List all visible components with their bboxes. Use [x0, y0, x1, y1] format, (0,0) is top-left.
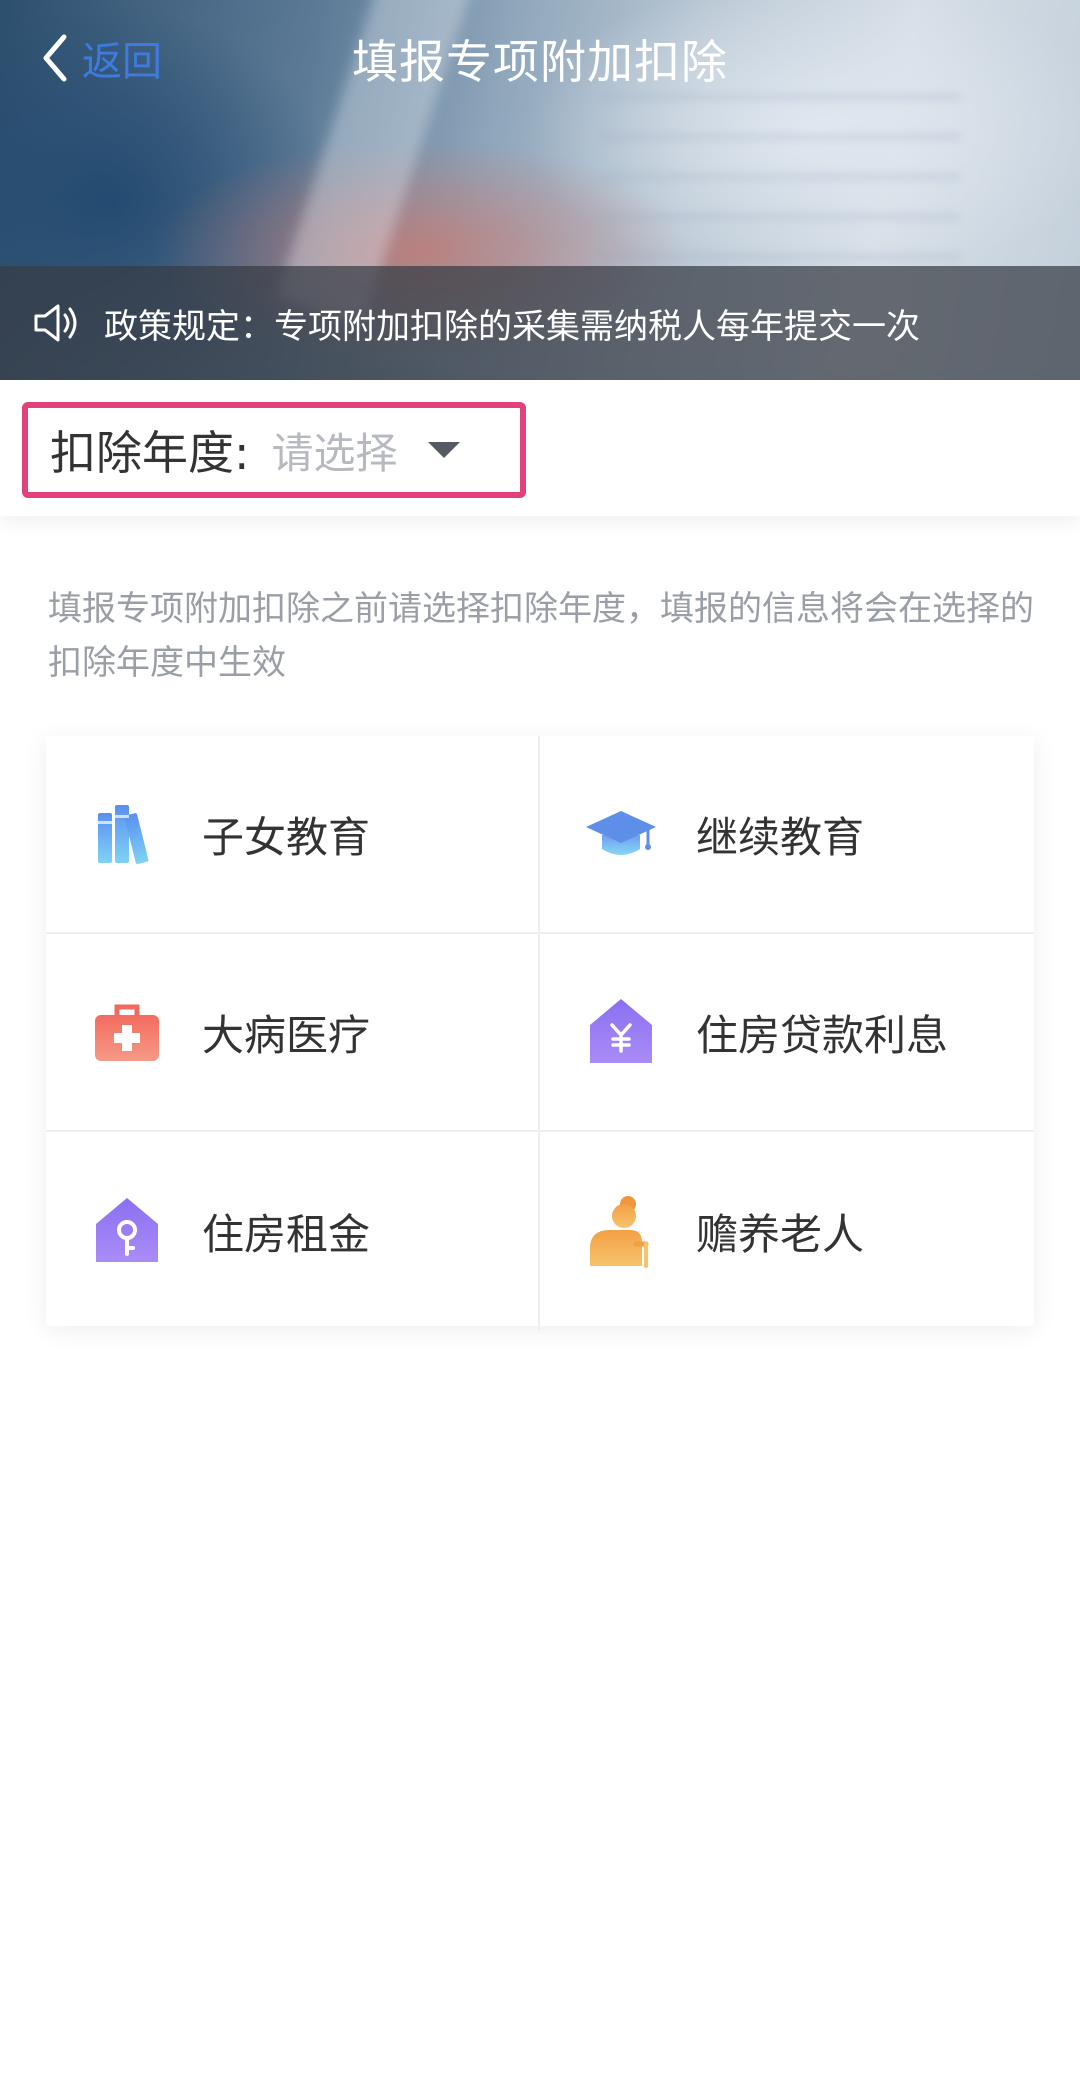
books-icon: [98, 805, 149, 865]
deduction-year-label: 扣除年度:: [50, 426, 250, 480]
house-yuan-icon: [590, 999, 652, 1063]
category-continuing-education[interactable]: 继续教育: [540, 736, 1034, 934]
category-elderly-support[interactable]: 赡养老人: [540, 1132, 1034, 1330]
graduation-cap-icon: [586, 811, 656, 855]
instruction-text: 填报专项附加扣除之前请选择扣除年度，填报的信息将会在选择的扣除年度中生效: [48, 589, 1034, 683]
category-label: 子女教育: [202, 812, 371, 862]
category-housing-loan-interest[interactable]: 住房贷款利息: [540, 934, 1034, 1132]
category-housing-rent[interactable]: 住房租金: [46, 1132, 540, 1330]
header-banner: 返回 填报专项附加扣除 政策规定：专项附加扣除的采集需纳税人每年提交一次: [0, 0, 1080, 380]
category-child-education[interactable]: 子女教育: [46, 736, 540, 934]
deduction-year-placeholder: 请选择: [271, 428, 398, 478]
house-key-icon: [96, 1198, 158, 1262]
policy-notice-text: 政策规定：专项附加扣除的采集需纳税人每年提交一次: [104, 306, 920, 347]
category-label: 赡养老人: [696, 1209, 865, 1259]
category-label: 大病医疗: [202, 1010, 371, 1060]
elderly-person-icon: [590, 1196, 649, 1268]
deduction-year-select[interactable]: 扣除年度: 请选择: [22, 402, 526, 498]
category-label: 住房租金: [202, 1209, 371, 1259]
page-title: 填报专项附加扣除: [352, 35, 728, 89]
category-label: 住房贷款利息: [696, 1010, 949, 1060]
medical-kit-icon: [95, 1004, 159, 1061]
caret-down-icon: [427, 442, 460, 458]
category-label: 继续教育: [696, 812, 865, 862]
category-serious-illness-medical[interactable]: 大病医疗: [46, 934, 540, 1132]
speaker-icon: [34, 304, 77, 342]
policy-notice-bar: 政策规定：专项附加扣除的采集需纳税人每年提交一次: [0, 266, 1080, 380]
deduction-category-grid: 子女教育 继续教育 大病医疗 住房贷款利息 住房租金 赡养老人: [46, 736, 1034, 1330]
year-selector-row: 扣除年度: 请选择: [0, 380, 1080, 516]
